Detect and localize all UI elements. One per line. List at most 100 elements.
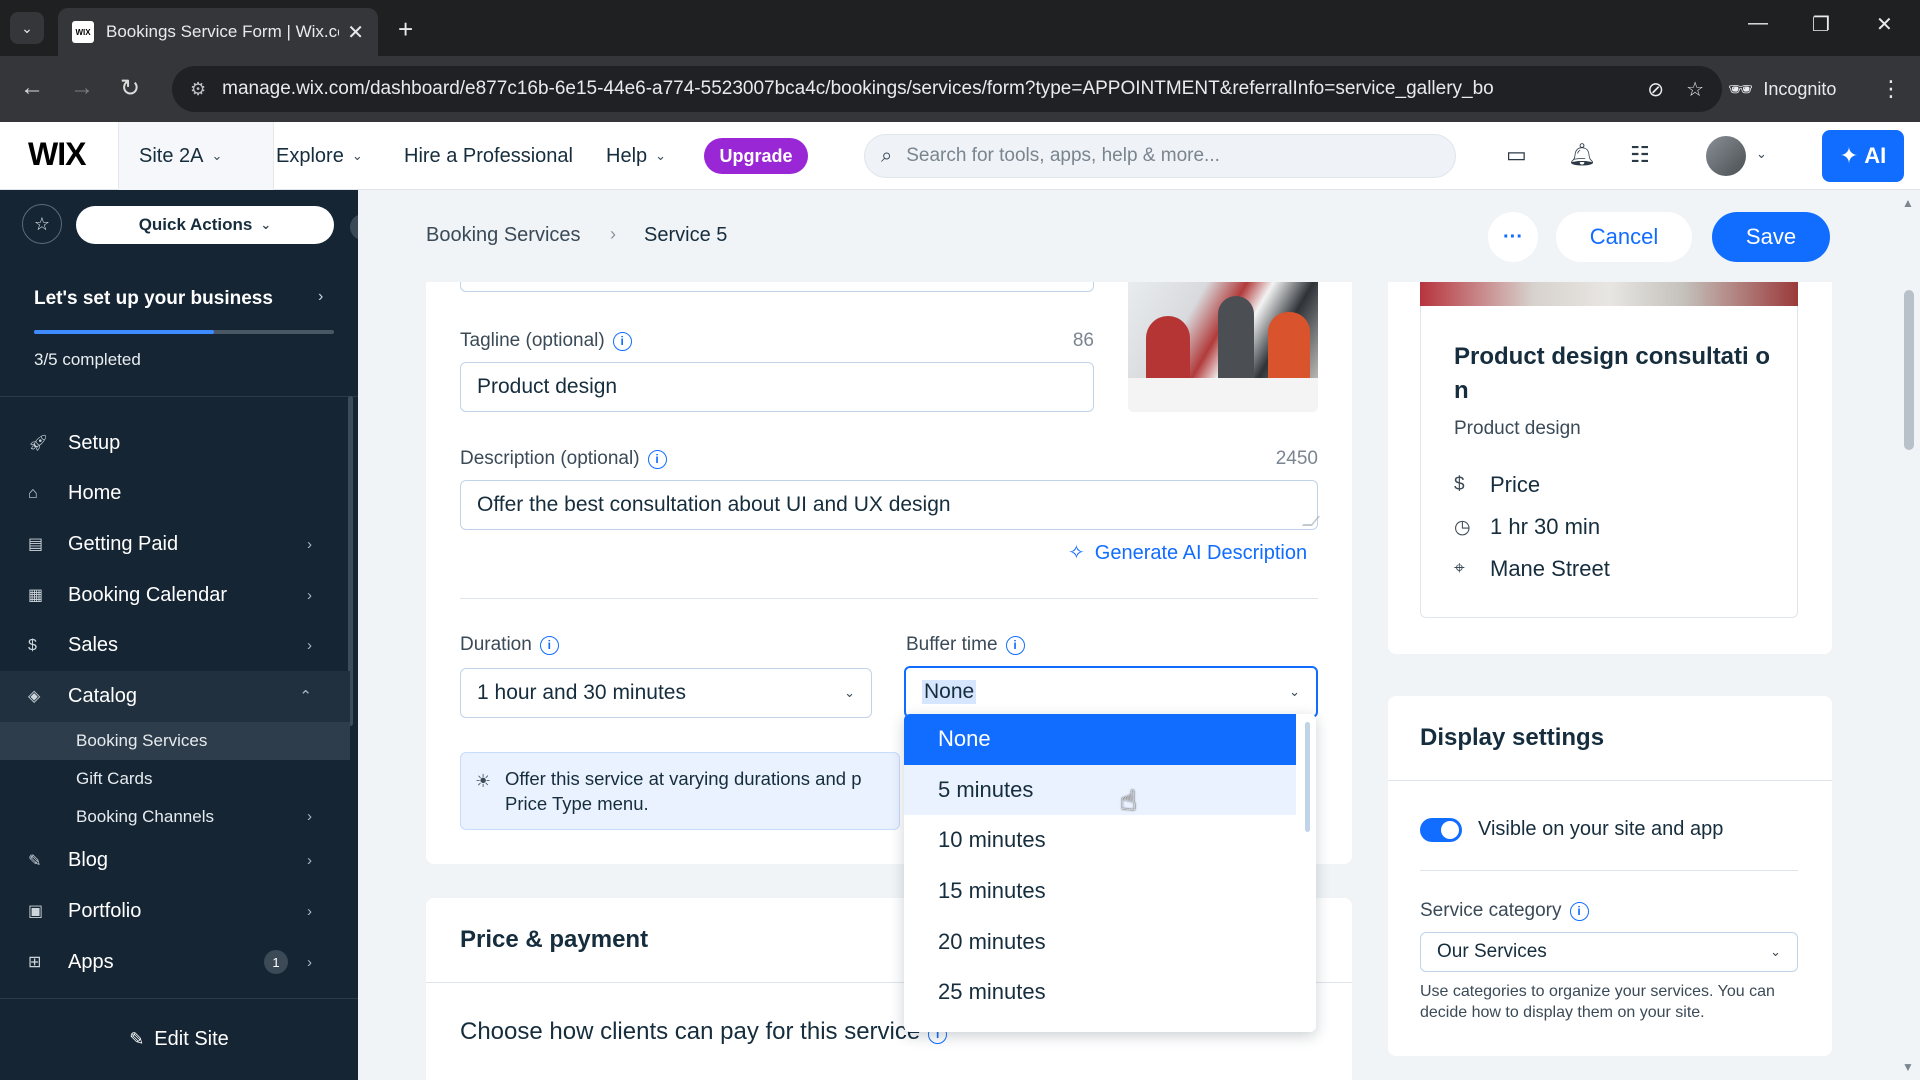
duration-value: 1 hour and 30 minutes <box>477 681 686 704</box>
visibility-toggle[interactable] <box>1420 818 1462 842</box>
reload-icon[interactable]: ↻ <box>120 74 140 103</box>
upgrade-button[interactable]: Upgrade <box>704 138 808 174</box>
site-selector[interactable]: Site 2A ⌄ <box>118 122 274 190</box>
description-textarea[interactable]: Offer the best consultation about UI and… <box>460 480 1318 530</box>
chat-icon[interactable]: ▭ <box>1506 142 1527 168</box>
info-icon[interactable]: i <box>539 635 559 655</box>
quick-actions-button[interactable]: Quick Actions ⌄ <box>76 206 334 244</box>
close-window-icon[interactable]: ✕ <box>1876 12 1893 37</box>
sidebar-item-label: Catalog <box>68 684 137 707</box>
buffer-time-select[interactable]: None ⌄ <box>904 666 1318 718</box>
help-menu[interactable]: Help ⌄ <box>606 122 666 190</box>
browser-tab[interactable]: WIX Bookings Service Form | Wix.co ✕ <box>58 8 378 56</box>
description-char-count: 2450 <box>1275 448 1318 469</box>
service-category-label-text: Service category <box>1420 900 1562 921</box>
minimize-icon[interactable]: — <box>1748 12 1768 35</box>
tip-line-2: Price Type menu. <box>505 792 649 814</box>
sidebar-subitem-label: Gift Cards <box>76 768 153 788</box>
url-field[interactable]: ⚙ manage.wix.com/dashboard/e877c16b-6e15… <box>172 66 1722 112</box>
back-icon[interactable]: ← <box>20 74 44 102</box>
restore-icon[interactable]: ❐ <box>1812 12 1830 37</box>
sidebar-item-portfolio[interactable]: ▣ Portfolio › <box>0 886 350 937</box>
dashboard-search-input[interactable]: ⌕ Search for tools, apps, help & more... <box>864 134 1456 178</box>
scroll-down-icon[interactable]: ▼ <box>1902 1060 1914 1074</box>
more-actions-button[interactable]: ··· <box>1488 212 1538 262</box>
tagline-value: Product design <box>477 375 618 398</box>
dropdown-scrollbar[interactable] <box>1305 722 1310 832</box>
chevron-down-icon[interactable]: ⌄ <box>1756 146 1767 162</box>
pen-icon: ✎ <box>28 852 42 870</box>
clock-icon: ◷ <box>1454 516 1471 538</box>
scroll-up-icon[interactable]: ▲ <box>1902 196 1914 210</box>
breadcrumb-current: Service 5 <box>644 224 728 246</box>
price-section-title: Price & payment <box>460 926 649 953</box>
breadcrumb-booking-services[interactable]: Booking Services <box>426 224 581 247</box>
chevron-right-icon[interactable]: › <box>318 288 323 306</box>
sidebar-subitem-booking-services[interactable]: Booking Services <box>0 721 350 760</box>
sidebar-item-getting-paid[interactable]: ▤ Getting Paid › <box>0 519 350 570</box>
sidebar-item-home[interactable]: ⌂ Home <box>0 469 350 520</box>
preview-price-row: $ Price <box>1454 472 1540 498</box>
info-icon[interactable]: i <box>647 449 667 469</box>
duration-select[interactable]: 1 hour and 30 minutes ⌄ <box>460 668 872 718</box>
service-category-select[interactable]: Our Services ⌄ <box>1420 932 1798 972</box>
preview-location-row: ⌖ Mane Street <box>1454 556 1610 582</box>
chevron-down-icon: ⌄ <box>211 148 223 163</box>
save-button[interactable]: Save <box>1712 212 1830 262</box>
hire-label: Hire a Professional <box>404 144 573 167</box>
sidebar-subitem-booking-channels[interactable]: Booking Channels › <box>0 798 350 836</box>
avatar[interactable] <box>1706 136 1746 176</box>
tagline-input[interactable]: Product design <box>460 362 1094 412</box>
main-scrollbar-thumb[interactable] <box>1904 290 1914 450</box>
chevron-down-icon: ⌄ <box>260 217 272 232</box>
help-label: Help <box>606 144 648 167</box>
close-tab-icon[interactable]: ✕ <box>347 20 364 45</box>
tab-search-chevron-icon[interactable]: ⌄ <box>10 12 44 44</box>
sidebar-item-blog[interactable]: ✎ Blog › <box>0 836 350 887</box>
tracking-eye-off-icon[interactable]: ⊘ <box>1647 77 1664 102</box>
dropdown-option-25-minutes[interactable]: 25 minutes <box>904 967 1296 1018</box>
tag-icon: ◈ <box>28 688 41 706</box>
dropdown-option-15-minutes[interactable]: 15 minutes <box>904 866 1296 917</box>
browser-menu-icon[interactable]: ⋮ <box>1880 76 1902 102</box>
service-name-field[interactable] <box>460 282 1094 292</box>
chevron-right-icon: › <box>307 637 312 655</box>
dropdown-option-none[interactable]: None <box>904 714 1296 765</box>
ai-assistant-button[interactable]: ✦ AI <box>1822 130 1904 182</box>
sidebar-item-setup[interactable]: 🚀︎ Setup <box>0 418 350 469</box>
hire-professional-link[interactable]: Hire a Professional <box>404 122 573 190</box>
dropdown-option-20-minutes[interactable]: 20 minutes <box>904 916 1296 967</box>
page-header: Booking Services › Service 5 ··· Cancel … <box>358 190 1898 282</box>
dropdown-option-5-minutes[interactable]: 5 minutes <box>904 764 1296 816</box>
sidebar-subitem-gift-cards[interactable]: Gift Cards <box>0 760 350 798</box>
wix-logo[interactable]: WIX <box>28 136 86 173</box>
service-image[interactable] <box>1128 282 1318 412</box>
incognito-indicator[interactable]: 🕶 Incognito <box>1728 66 1836 112</box>
generate-ai-description-link[interactable]: ✧ Generate AI Description <box>1068 540 1307 565</box>
explore-menu[interactable]: Explore ⌄ <box>276 122 363 190</box>
wix-favicon: WIX <box>72 21 94 43</box>
visibility-label: Visible on your site and app <box>1478 818 1724 840</box>
site-settings-icon[interactable]: ⚙ <box>190 79 206 100</box>
new-tab-icon[interactable]: + <box>398 14 413 45</box>
sidebar-item-catalog[interactable]: ◈ Catalog ⌃ <box>0 670 350 722</box>
sidebar-item-sales[interactable]: $ Sales › <box>0 620 350 671</box>
cancel-button[interactable]: Cancel <box>1556 212 1692 262</box>
sidebar-item-booking-calendar[interactable]: ▦ Booking Calendar › <box>0 570 350 621</box>
incognito-icon: 🕶 <box>1728 78 1754 101</box>
bookmark-star-icon[interactable]: ☆ <box>1686 77 1704 102</box>
setup-business-link[interactable]: Let's set up your business <box>34 288 273 310</box>
chevron-down-icon: ⌄ <box>351 148 363 163</box>
forward-icon[interactable]: → <box>70 74 94 102</box>
updates-icon[interactable]: ☷ <box>1630 142 1650 168</box>
edit-site-button[interactable]: ✎ Edit Site <box>0 998 358 1080</box>
info-icon[interactable]: i <box>612 331 632 351</box>
info-icon[interactable]: i <box>1005 635 1025 655</box>
bell-icon[interactable]: 🔔︎ <box>1568 142 1596 168</box>
url-text: manage.wix.com/dashboard/e877c16b-6e15-4… <box>222 78 1494 99</box>
info-icon[interactable]: i <box>1569 901 1589 921</box>
dropdown-option-10-minutes[interactable]: 10 minutes <box>904 815 1296 866</box>
sidebar-item-apps[interactable]: ⊞ Apps 1 › <box>0 937 350 988</box>
favorites-star-icon[interactable]: ☆ <box>22 204 62 244</box>
preview-subtitle: Product design <box>1454 418 1581 439</box>
